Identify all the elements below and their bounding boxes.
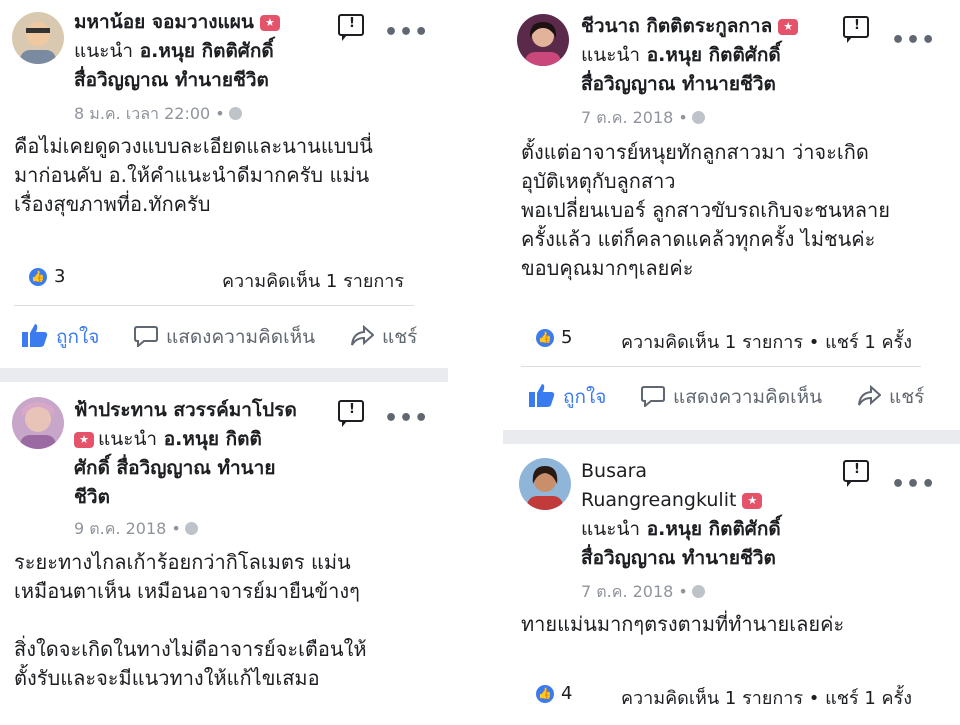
comment-button[interactable]: แสดงความคิดเห็น (134, 322, 315, 352)
feed-separator (0, 368, 448, 382)
share-label: แชร์ (889, 386, 925, 408)
post-text: ทายแม่นมากๆตรงตามที่ทำนายเลยค่ะ (521, 612, 845, 636)
more-options-icon[interactable]: ••• (891, 28, 936, 53)
like-button[interactable]: ถูกใจ (529, 382, 606, 412)
date-text: 7 ต.ค. 2018 • (581, 108, 688, 127)
page-name-end[interactable]: ชีวิต (74, 486, 110, 508)
report-flag-icon[interactable]: ! (338, 14, 364, 41)
globe-icon (184, 522, 198, 535)
comment-count[interactable]: ความคิดเห็น 1 รายการ (222, 266, 404, 295)
post-date[interactable]: 7 ต.ค. 2018 • (581, 580, 705, 605)
page-name-cont[interactable]: สื่อวิญญาณ ทำนายชีวิต (581, 547, 776, 569)
like-count[interactable]: 3 (54, 266, 65, 287)
author-avatar[interactable] (517, 14, 569, 66)
post-card-1: มหาน้อย จอมวางแผน ★ แนะนำ อ.หนุย กิตติศัก… (0, 0, 448, 368)
comment-button[interactable]: แสดงความคิดเห็น (641, 382, 822, 412)
thumbs-up-icon (529, 384, 555, 407)
post-header: Busara Ruangreangkulit ★ แนะนำ อ.หนุย กิต… (581, 457, 861, 573)
page-name-cont[interactable]: สื่อวิญญาณ ทำนายชีวิต (581, 73, 776, 95)
more-options-icon[interactable]: ••• (891, 472, 936, 497)
more-options-icon[interactable]: ••• (384, 406, 429, 431)
comment-label: แสดงความคิดเห็น (673, 386, 823, 408)
author-name[interactable]: ฟ้าประทาน สวรรค์มาโปรด (74, 399, 297, 421)
recommend-star-icon: ★ (259, 15, 280, 31)
like-reaction-icon: 👍 (29, 268, 47, 286)
globe-icon (691, 585, 705, 598)
post-header: มหาน้อย จอมวางแผน ★ แนะนำ อ.หนุย กิตติศัก… (74, 8, 354, 95)
share-label: แชร์ (382, 326, 418, 348)
like-count[interactable]: 5 (561, 327, 572, 348)
recommend-label: แนะนำ (581, 518, 641, 540)
globe-icon (691, 111, 705, 124)
author-name[interactable]: Busara (581, 460, 647, 482)
like-count[interactable]: 4 (561, 683, 572, 704)
recommend-star-icon: ★ (778, 19, 799, 35)
recommend-star-icon: ★ (742, 493, 763, 509)
author-avatar[interactable] (12, 397, 64, 449)
post-date[interactable]: 9 ต.ค. 2018 • (74, 517, 198, 542)
page-name-cont[interactable]: ศักดิ์ สื่อวิญญาณ ทำนาย (74, 457, 275, 479)
globe-icon (228, 107, 242, 120)
comment-bubble-icon (134, 326, 158, 347)
like-reaction-icon: 👍 (536, 329, 554, 347)
thumbs-up-icon (22, 324, 48, 347)
recommend-label: แนะนำ (581, 44, 641, 66)
report-flag-icon[interactable]: ! (843, 16, 869, 43)
post-header: ชีวนาถ กิตติตระกูลกาล ★ แนะนำ อ.หนุย กิตต… (581, 12, 861, 99)
page-name[interactable]: อ.หนุย กิตติศักดิ์ (647, 44, 781, 66)
share-button[interactable]: แชร์ (857, 382, 924, 412)
author-avatar[interactable] (519, 458, 571, 510)
divider (14, 305, 414, 306)
page-name-cont[interactable]: สื่อวิญญาณ ทำนายชีวิต (74, 69, 269, 91)
comment-bubble-icon (641, 386, 665, 407)
like-button[interactable]: ถูกใจ (22, 322, 99, 352)
author-name-cont[interactable]: Ruangreangkulit (581, 489, 736, 511)
comment-share-count[interactable]: ความคิดเห็น 1 รายการ • แชร์ 1 ครั้ง (621, 683, 912, 712)
post-card-4: Busara Ruangreangkulit ★ แนะนำ อ.หนุย กิต… (503, 444, 960, 725)
recommend-label: แนะนำ (74, 40, 134, 62)
share-arrow-icon (351, 325, 374, 346)
report-flag-icon[interactable]: ! (338, 400, 364, 427)
page-name[interactable]: อ.หนุย กิตติศักดิ์ (647, 518, 781, 540)
post-text: ระยะทางไกลเก้าร้อยกว่ากิโลเมตร แม่น เหมื… (14, 550, 367, 690)
share-button[interactable]: แชร์ (350, 322, 417, 352)
post-card-2: ฟ้าประทาน สวรรค์มาโปรด ★ แนะนำ อ.หนุย กิต… (0, 382, 448, 725)
post-date[interactable]: 7 ต.ค. 2018 • (581, 106, 705, 131)
like-label: ถูกใจ (56, 326, 100, 348)
like-reaction-icon: 👍 (536, 685, 554, 703)
author-avatar[interactable] (12, 12, 64, 64)
more-options-icon[interactable]: ••• (384, 20, 429, 45)
comment-label: แสดงความคิดเห็น (166, 326, 316, 348)
post-date[interactable]: 8 ม.ค. เวลา 22:00 • (74, 102, 242, 127)
post-text: ตั้งแต่อาจารย์หนุยทักลูกสาวมา ว่าจะเกิด … (521, 140, 891, 280)
comment-share-count[interactable]: ความคิดเห็น 1 รายการ • แชร์ 1 ครั้ง (621, 327, 912, 356)
share-arrow-icon (858, 385, 881, 406)
date-text: 9 ต.ค. 2018 • (74, 519, 181, 538)
recommend-label: แนะนำ (98, 428, 158, 450)
author-name[interactable]: ชีวนาถ กิตติตระกูลกาล (581, 15, 772, 37)
recommend-star-icon: ★ (74, 432, 94, 448)
date-text: 8 ม.ค. เวลา 22:00 • (74, 104, 225, 123)
post-text: คือไม่เคยดูดวงแบบละเอียดและนานแบบนี่ มาก… (14, 134, 373, 216)
post-card-3: ชีวนาถ กิตติตระกูลกาล ★ แนะนำ อ.หนุย กิตต… (503, 0, 960, 430)
page-name[interactable]: อ.หนุย กิตติ (164, 428, 262, 450)
feed-separator (503, 430, 960, 444)
report-flag-icon[interactable]: ! (843, 460, 869, 487)
like-label: ถูกใจ (563, 386, 607, 408)
post-header: ฟ้าประทาน สวรรค์มาโปรด ★ แนะนำ อ.หนุย กิต… (74, 396, 364, 512)
divider (521, 366, 921, 367)
author-name[interactable]: มหาน้อย จอมวางแผน (74, 11, 254, 33)
date-text: 7 ต.ค. 2018 • (581, 582, 688, 601)
page-name[interactable]: อ.หนุย กิตติศักดิ์ (140, 40, 274, 62)
